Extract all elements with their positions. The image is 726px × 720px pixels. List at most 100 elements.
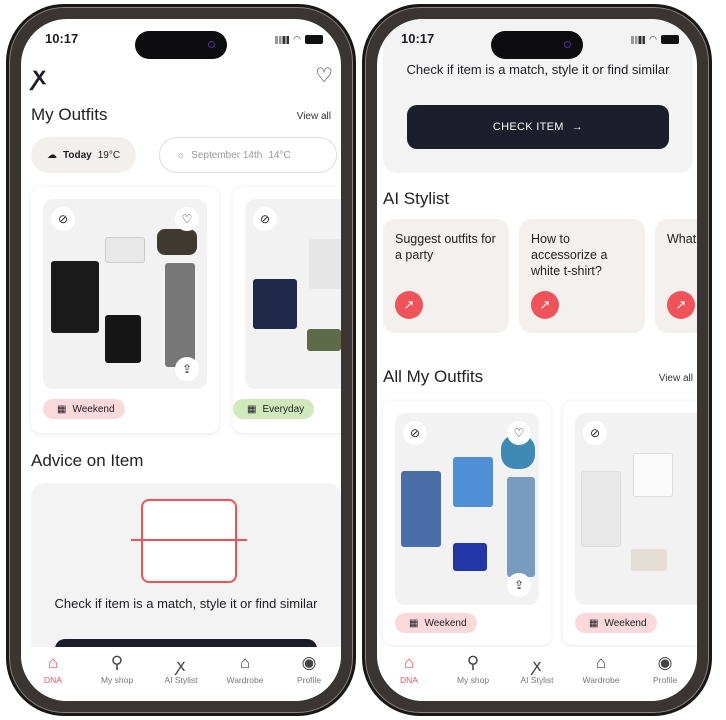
suggestion-text: What... my l... <box>667 232 697 246</box>
chip-label: Today <box>63 149 92 161</box>
arrow-up-right-icon[interactable]: ↗ <box>667 291 695 319</box>
section-title: All My Outfits <box>383 367 484 386</box>
hide-icon[interactable]: ⊘ <box>583 421 607 445</box>
outfit-card[interactable]: ⊘ ▦ Everyday <box>233 187 341 433</box>
outfit-card[interactable]: ⊘ ♡ ⇪ ▦ Weekend <box>31 187 219 433</box>
section-title: AI Stylist <box>383 189 450 208</box>
occasion-tag: ▦ Weekend <box>43 399 125 419</box>
section-title: My Outfits <box>31 105 108 124</box>
signal-icon <box>275 35 290 44</box>
scan-line <box>131 539 247 541</box>
section-title: Advice on Item <box>31 451 144 470</box>
nav-dna[interactable]: ⌂ DNA <box>381 653 437 701</box>
hanger-logo-icon[interactable]: ꭗ <box>33 59 46 92</box>
tag-label: Weekend <box>604 617 647 629</box>
arrow-right-icon: → <box>571 121 584 133</box>
heart-icon[interactable]: ♡ <box>315 63 333 88</box>
nav-wardrobe[interactable]: ⌂ Wardrobe <box>217 653 273 701</box>
outfit-card[interactable]: ⊘ ▦ Weekend <box>563 401 697 645</box>
hide-icon[interactable]: ⊘ <box>403 421 427 445</box>
occasion-tag: ▦ Weekend <box>395 613 477 633</box>
heart-icon[interactable]: ♡ <box>507 421 531 445</box>
screen: 10:17 ◠ ꭗ ♡ My Outfits View all ☁ Today … <box>21 19 341 701</box>
profile-icon: ◉ <box>301 653 317 672</box>
status-time: 10:17 <box>45 31 79 46</box>
share-icon[interactable]: ⇪ <box>507 573 531 597</box>
home-icon: ⌂ <box>47 653 59 672</box>
nav-my-shop[interactable]: ⚲ My shop <box>89 653 145 701</box>
battery-icon <box>305 35 323 44</box>
check-item-button[interactable]: CHECK ITEM → <box>407 105 669 149</box>
nav-label: Wardrobe <box>226 675 264 685</box>
bottom-nav: ⌂ DNA ⚲ My shop ꭗ AI Stylist ⌂ Wardrobe ◉ Pro… <box>377 647 697 701</box>
nav-label: DNA <box>44 675 62 685</box>
rain-cloud-icon: ☁ <box>47 149 57 161</box>
weather-chip-forecast[interactable]: ☼ September 14th 14°C <box>159 137 337 173</box>
chip-temp: 19°C <box>97 149 121 161</box>
hide-icon[interactable]: ⊘ <box>51 207 75 231</box>
status-time: 10:17 <box>401 31 435 46</box>
tag-label: Weekend <box>72 403 115 415</box>
outfit-image: ⊘ <box>575 413 697 605</box>
nav-profile[interactable]: ◉ Profile <box>637 653 693 701</box>
status-icons: ◠ <box>631 34 679 45</box>
advice-text: Check if item is a match, style it or fi… <box>54 596 318 611</box>
weather-chip-today[interactable]: ☁ Today 19°C <box>31 137 137 173</box>
nav-ai-stylist[interactable]: ꭗ AI Stylist <box>509 653 565 701</box>
ai-stylist-icon: ꭗ <box>532 656 542 675</box>
screen: Check if item is a match, style it or fi… <box>377 19 697 701</box>
scan-frame-icon <box>141 499 237 583</box>
occasion-tag: ▦ Weekend <box>575 613 657 633</box>
arrow-up-right-icon[interactable]: ↗ <box>395 291 423 319</box>
bottom-nav: ⌂ DNA ⚲ My shop ꭗ AI Stylist ⌂ Wardrobe ◉ Pro… <box>21 647 341 701</box>
nav-profile[interactable]: ◉ Profile <box>281 653 337 701</box>
suggestion-card[interactable]: Suggest outfits for a party ↗ <box>383 219 509 333</box>
hanger-icon: ⌂ <box>239 653 251 672</box>
ai-stylist-icon: ꭗ <box>176 656 186 675</box>
nav-label: AI Stylist <box>164 675 198 685</box>
suggestion-text: How to accessorize a white t-shirt? <box>531 232 608 278</box>
status-icons: ◠ <box>275 34 323 45</box>
heart-icon[interactable]: ♡ <box>175 207 199 231</box>
nav-ai-stylist[interactable]: ꭗ AI Stylist <box>153 653 209 701</box>
sun-cloud-icon: ☼ <box>176 149 186 161</box>
button-label: CHECK ITEM <box>492 121 564 133</box>
signal-icon <box>631 35 646 44</box>
chip-label: September 14th <box>191 149 263 161</box>
hide-icon[interactable]: ⊘ <box>253 207 277 231</box>
profile-icon: ◉ <box>657 653 673 672</box>
suggestion-text: Suggest outfits for a party <box>395 232 496 262</box>
nav-label: My shop <box>100 675 134 685</box>
occasion-tag: ▦ Everyday <box>233 399 315 419</box>
outfit-image: ⊘ <box>245 199 341 389</box>
phone-left: 10:17 ◠ ꭗ ♡ My Outfits View all ☁ Today … <box>6 4 356 716</box>
share-icon[interactable]: ⇪ <box>175 357 199 381</box>
dynamic-island <box>491 31 583 59</box>
nav-label: Wardrobe <box>582 675 620 685</box>
phone-right: Check if item is a match, style it or fi… <box>362 4 712 716</box>
nav-dna[interactable]: ⌂ DNA <box>25 653 81 701</box>
nav-my-shop[interactable]: ⚲ My shop <box>445 653 501 701</box>
nav-label: AI Stylist <box>520 675 554 685</box>
nav-label: Profile <box>296 675 322 685</box>
calendar-icon: ▦ <box>247 403 257 415</box>
chip-temp: 14°C <box>268 149 291 161</box>
arrow-up-right-icon[interactable]: ↗ <box>531 291 559 319</box>
wifi-icon: ◠ <box>293 34 301 44</box>
nav-wardrobe[interactable]: ⌂ Wardrobe <box>573 653 629 701</box>
search-icon: ⚲ <box>110 653 124 672</box>
view-all-link[interactable]: View all <box>659 373 693 384</box>
tag-label: Weekend <box>424 617 467 629</box>
nav-label: Profile <box>652 675 678 685</box>
outfit-card[interactable]: ⊘ ♡ ⇪ ▦ Weekend <box>383 401 551 645</box>
view-all-link[interactable]: View all <box>297 111 331 122</box>
suggestion-card[interactable]: What... my l... ↗ <box>655 219 697 333</box>
calendar-icon: ▦ <box>589 617 599 629</box>
calendar-icon: ▦ <box>409 617 419 629</box>
hanger-icon: ⌂ <box>595 653 607 672</box>
outfit-image: ⊘ ♡ ⇪ <box>395 413 539 605</box>
suggestion-card[interactable]: How to accessorize a white t-shirt? ↗ <box>519 219 645 333</box>
outfit-image: ⊘ ♡ ⇪ <box>43 199 207 389</box>
dynamic-island <box>135 31 227 59</box>
tag-label: Everyday <box>262 403 305 415</box>
